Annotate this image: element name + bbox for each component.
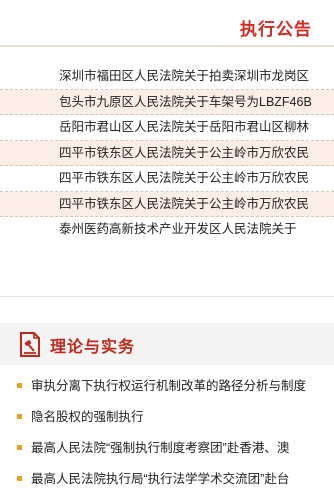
notice-title: 执行公告 <box>240 20 312 39</box>
notice-title-divider <box>0 45 334 47</box>
bullet-icon <box>17 476 22 481</box>
document-gavel-icon <box>20 332 40 357</box>
theory-item-label[interactable]: 最高人民法院“强制执行制度考察团”赴香港、澳 <box>31 441 289 455</box>
notice-panel: 执行公告 深圳市福田区人民法院关于拍卖深圳市龙岗区 包头市九原区人民法院关于车架… <box>0 0 334 263</box>
notice-list: 深圳市福田区人民法院关于拍卖深圳市龙岗区 包头市九原区人民法院关于车架号为LBZ… <box>0 64 334 242</box>
theory-item[interactable]: 最高人民法院“强制执行制度考察团”赴香港、澳 <box>0 438 334 469</box>
notice-item[interactable]: 四平市铁东区人民法院关于公主岭市万欣农民 <box>0 166 334 192</box>
theory-item[interactable]: 审执分离下执行权运行机制改革的路径分析与制度 <box>0 376 334 407</box>
theory-item-label[interactable]: 最高人民法院执行局“执行法学学术交流团”赴台 <box>31 472 289 486</box>
bullet-icon <box>17 383 22 388</box>
theory-item[interactable]: 最高人民法院执行局“执行法学学术交流团”赴台 <box>0 469 334 500</box>
theory-item-label[interactable]: 隐名股权的强制执行 <box>31 410 144 424</box>
notice-item[interactable]: 泰州医药高新技术产业开发区人民法院关于 <box>0 217 334 242</box>
notice-item[interactable]: 包头市九原区人民法院关于车架号为LBZF46B <box>0 89 334 115</box>
theory-list: 审执分离下执行权运行机制改革的路径分析与制度 隐名股权的强制执行 最高人民法院“… <box>0 376 334 500</box>
theory-header: 理论与实务 <box>0 323 334 365</box>
theory-title: 理论与实务 <box>50 339 136 356</box>
bullet-icon <box>17 445 22 450</box>
notice-item[interactable]: 深圳市福田区人民法院关于拍卖深圳市龙岗区 <box>0 64 334 90</box>
theory-item[interactable]: 隐名股权的强制执行 <box>0 407 334 438</box>
bullet-icon <box>17 414 22 419</box>
notice-item[interactable]: 四平市铁东区人民法院关于公主岭市万欣农民 <box>0 191 334 217</box>
section-divider <box>0 296 334 297</box>
theory-practice-panel: 理论与实务 审执分离下执行权运行机制改革的路径分析与制度 隐名股权的强制执行 最… <box>0 323 334 500</box>
notice-item[interactable]: 四平市铁东区人民法院关于公主岭市万欣农民 <box>0 140 334 166</box>
notice-item[interactable]: 岳阳市君山区人民法院关于岳阳市君山区柳林 <box>0 115 334 141</box>
theory-item-label[interactable]: 审执分离下执行权运行机制改革的路径分析与制度 <box>31 379 306 393</box>
